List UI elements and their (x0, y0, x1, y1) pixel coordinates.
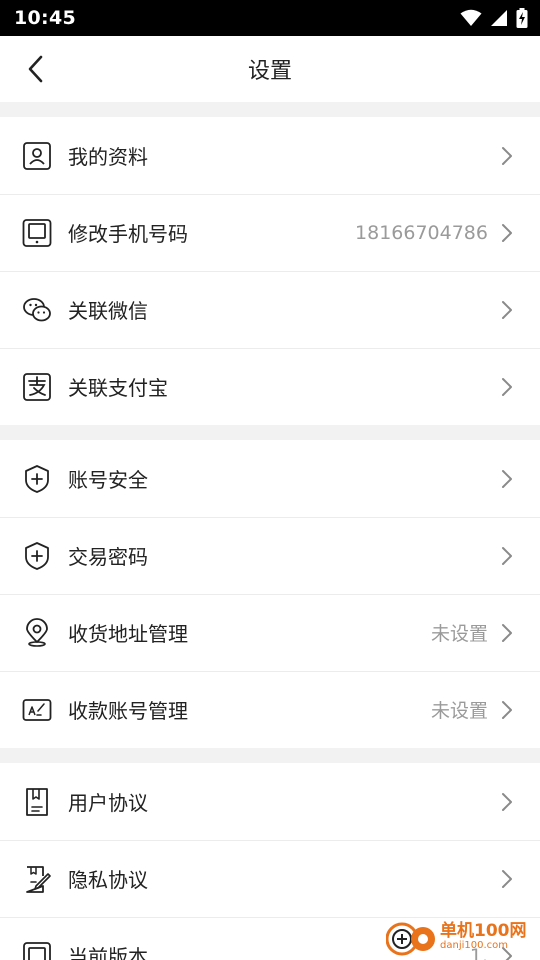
settings-item-privacy-policy[interactable]: 隐私协议 (0, 840, 540, 917)
settings-item-account-security[interactable]: 账号安全 (0, 440, 540, 517)
settings-item-link-wechat[interactable]: 关联微信 (0, 271, 540, 348)
settings-item-label: 关联支付宝 (68, 376, 168, 400)
settings-item-label: 我的资料 (68, 145, 148, 169)
shield-plus-icon (22, 541, 52, 571)
status-time: 10:45 (14, 7, 76, 29)
system-icons (460, 8, 528, 28)
navigation-bar: 设置 (0, 36, 540, 102)
tablet-phone-icon (22, 218, 52, 248)
back-button[interactable] (18, 52, 52, 86)
settings-item-label: 账号安全 (68, 468, 148, 492)
cellular-signal-icon (491, 10, 507, 26)
settings-item-value: 未设置 (430, 623, 488, 645)
settings-item-label: 隐私协议 (68, 868, 148, 892)
document-edit-icon (22, 864, 52, 894)
wechat-icon (22, 295, 52, 325)
chevron-right-icon (500, 869, 514, 889)
chevron-right-icon (500, 623, 514, 643)
settings-item-label: 修改手机号码 (68, 222, 188, 246)
watermark-logo-icon (386, 922, 435, 956)
chevron-right-icon (500, 792, 514, 812)
section-divider (0, 425, 540, 440)
settings-item-shipping-address[interactable]: 收货地址管理 未设置 (0, 594, 540, 671)
wifi-icon (460, 9, 482, 26)
chevron-right-icon (500, 546, 514, 566)
page-title: 设置 (247, 59, 292, 84)
settings-item-user-agreement[interactable]: 用户协议 (0, 763, 540, 840)
settings-item-change-phone[interactable]: 修改手机号码 18166704786 (0, 194, 540, 271)
status-bar: 10:45 (0, 0, 540, 36)
payment-card-icon (22, 695, 52, 725)
settings-item-label: 交易密码 (68, 545, 148, 569)
settings-item-label: 收款账号管理 (68, 699, 188, 723)
chevron-right-icon (500, 146, 514, 166)
settings-item-link-alipay[interactable]: 关联支付宝 (0, 348, 540, 425)
document-bookmark-icon (22, 787, 52, 817)
settings-item-label: 收货地址管理 (68, 622, 188, 646)
settings-item-trade-password[interactable]: 交易密码 (0, 517, 540, 594)
settings-item-value: 未设置 (430, 700, 488, 722)
watermark-text: 单机100网 danji100.com (440, 922, 527, 952)
settings-item-label: 用户协议 (68, 791, 148, 815)
chevron-right-icon (500, 377, 514, 397)
profile-card-icon (22, 141, 52, 171)
chevron-left-icon (28, 55, 43, 83)
watermark: 单机100网 danji100.com (386, 914, 536, 960)
chevron-right-icon (500, 469, 514, 489)
alipay-icon (22, 372, 52, 402)
settings-group-security: 账号安全 交易密码 收货地址管理 未设置 收款账号管理 未设置 (0, 440, 540, 748)
chevron-right-icon (500, 223, 514, 243)
settings-item-my-profile[interactable]: 我的资料 (0, 117, 540, 194)
shield-plus-icon (22, 464, 52, 494)
section-divider (0, 748, 540, 763)
location-pin-icon (22, 617, 52, 648)
watermark-url: danji100.com (440, 940, 508, 951)
chevron-right-icon (500, 700, 514, 720)
section-divider (0, 102, 540, 117)
settings-group-account-links: 我的资料 修改手机号码 18166704786 关联微信 关联支付宝 (0, 117, 540, 425)
version-box-icon (22, 941, 52, 960)
chevron-right-icon (500, 300, 514, 320)
phone-number-value: 18166704786 (355, 221, 488, 244)
settings-item-label: 关联微信 (68, 299, 148, 323)
settings-item-payee-accounts[interactable]: 收款账号管理 未设置 (0, 671, 540, 748)
battery-charging-icon (516, 8, 528, 28)
watermark-title: 单机100网 (440, 921, 527, 941)
